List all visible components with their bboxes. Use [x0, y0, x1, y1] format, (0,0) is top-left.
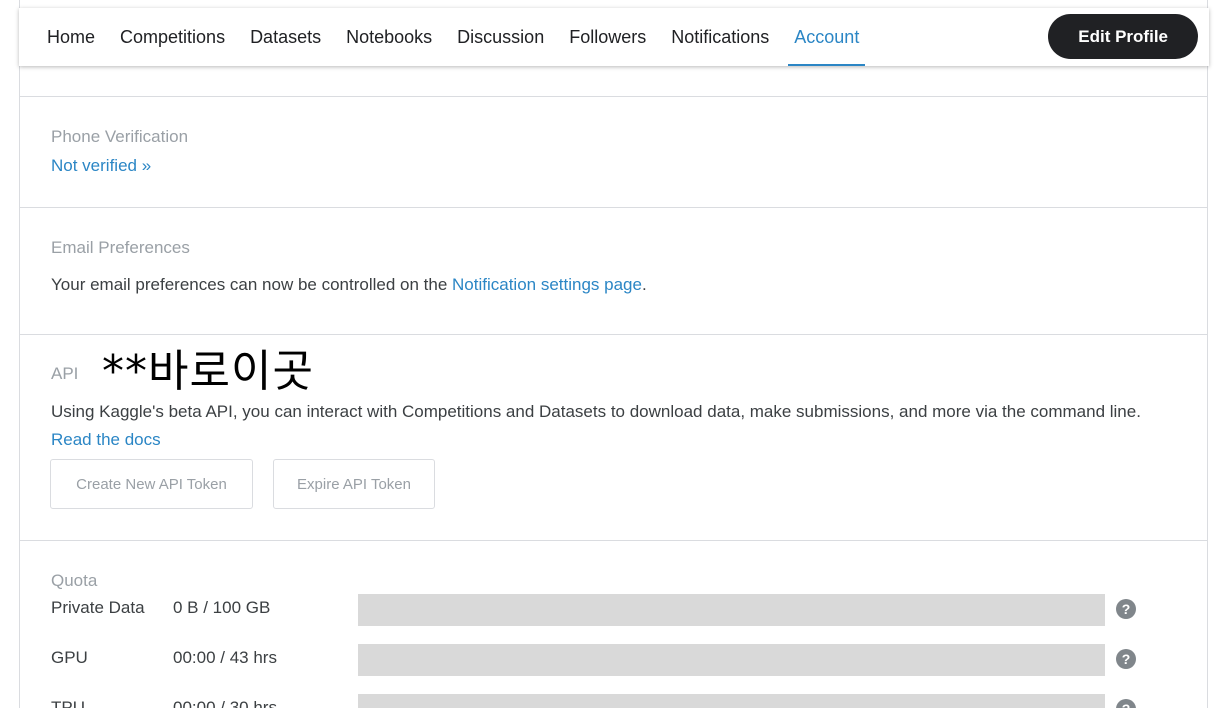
question-circle-icon[interactable]: ? — [1116, 649, 1136, 669]
api-description-text: Using Kaggle's beta API, you can interac… — [51, 402, 1141, 421]
api-label: API — [51, 364, 79, 383]
quota-value: 0 B / 100 GB — [173, 598, 271, 617]
quota-row-tpu: TPU 00:00 / 30 hrs ? — [20, 694, 1207, 708]
edit-profile-button[interactable]: Edit Profile — [1048, 14, 1198, 59]
tab-account[interactable]: Account — [788, 8, 866, 66]
quota-section: Quota Private Data 0 B / 100 GB ? GPU 00… — [20, 540, 1207, 708]
question-circle-icon[interactable]: ? — [1116, 699, 1136, 708]
tab-datasets[interactable]: Datasets — [244, 8, 327, 66]
handwritten-annotation: **바로이곳 — [102, 346, 314, 397]
tab-notebooks[interactable]: Notebooks — [340, 8, 438, 66]
api-section: API **바로이곳 Using Kaggle's beta API, you … — [20, 334, 1207, 540]
quota-progress-bar — [358, 644, 1105, 676]
quota-name: GPU — [51, 648, 88, 667]
email-preferences-text: Your email preferences can now be contro… — [51, 271, 647, 299]
read-the-docs-link[interactable]: Read the docs — [51, 430, 161, 449]
email-text-after: . — [641, 275, 647, 294]
tab-home[interactable]: Home — [41, 8, 101, 66]
api-description: Using Kaggle's beta API, you can interac… — [51, 398, 1161, 454]
quota-value: 00:00 / 43 hrs — [173, 648, 277, 667]
quota-row-private-data: Private Data 0 B / 100 GB ? — [20, 594, 1207, 626]
tab-discussion[interactable]: Discussion — [451, 8, 550, 66]
quota-label: Quota — [51, 571, 98, 590]
account-page: Phone Verification Not verified » Email … — [19, 0, 1208, 708]
quota-row-gpu: GPU 00:00 / 43 hrs ? — [20, 644, 1207, 676]
quota-progress-bar — [358, 694, 1105, 708]
phone-verification-label: Phone Verification — [51, 127, 189, 146]
question-circle-icon[interactable]: ? — [1116, 599, 1136, 619]
notification-settings-link[interactable]: Notification settings page — [452, 275, 642, 294]
quota-progress-bar — [358, 594, 1105, 626]
create-api-token-button[interactable]: Create New API Token — [50, 459, 253, 509]
tab-competitions[interactable]: Competitions — [114, 8, 231, 66]
nav-tabs: Home Competitions Datasets Notebooks Discuss… — [41, 8, 878, 66]
quota-name: TPU — [51, 698, 85, 708]
email-text-before: Your email preferences can now be contro… — [51, 275, 453, 294]
tab-followers[interactable]: Followers — [563, 8, 652, 66]
not-verified-link[interactable]: Not verified » — [51, 152, 151, 180]
email-preferences-label: Email Preferences — [51, 238, 190, 257]
profile-nav-bar: Home Competitions Datasets Notebooks Discuss… — [19, 8, 1209, 66]
expire-api-token-button[interactable]: Expire API Token — [273, 459, 435, 509]
tab-notifications[interactable]: Notifications — [665, 8, 775, 66]
email-preferences-section: Email Preferences Your email preferences… — [20, 207, 1207, 334]
phone-verification-section: Phone Verification Not verified » — [20, 96, 1207, 207]
quota-value: 00:00 / 30 hrs — [173, 698, 277, 708]
quota-name: Private Data — [51, 598, 145, 617]
